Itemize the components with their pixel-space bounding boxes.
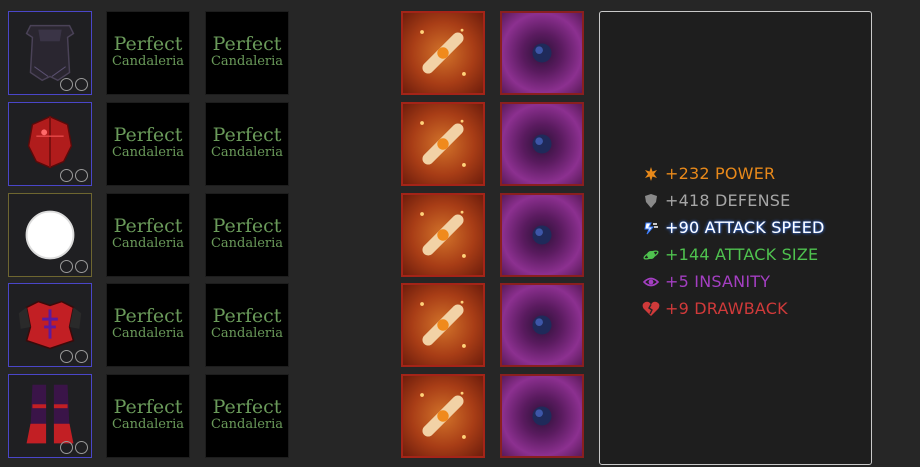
enchant-name: Perfect xyxy=(212,396,282,418)
power-burst-icon xyxy=(642,166,660,182)
scroll-icon xyxy=(420,391,466,439)
scroll-icon xyxy=(420,300,466,348)
enchant-slot[interactable]: Perfect Candaleria xyxy=(106,193,190,277)
stat-attack-size: +144 ATTACK SIZE xyxy=(642,241,825,268)
orb-icon xyxy=(532,43,552,63)
scroll-slot[interactable] xyxy=(401,11,485,95)
scroll-icon xyxy=(420,28,466,76)
expand-orbit-icon xyxy=(642,247,660,263)
enchant-subname: Candaleria xyxy=(111,417,185,432)
enchant-name: Perfect xyxy=(212,305,282,327)
orb-slot[interactable] xyxy=(500,11,584,95)
enchant-name: Perfect xyxy=(113,33,183,55)
stat-drawback-text: +9 DRAWBACK xyxy=(665,299,788,318)
gem-socket[interactable] xyxy=(75,78,88,91)
eye-icon xyxy=(642,274,660,290)
gem-sockets xyxy=(60,169,88,182)
gem-sockets xyxy=(60,350,88,363)
gem-socket[interactable] xyxy=(75,260,88,273)
enchant-subname: Candaleria xyxy=(111,236,185,251)
gem-socket[interactable] xyxy=(60,260,73,273)
enchant-slot[interactable]: Perfect Candaleria xyxy=(106,11,190,95)
gem-socket[interactable] xyxy=(75,350,88,363)
stat-attack-speed: +90 ATTACK SPEED xyxy=(642,214,825,241)
orb-slot[interactable] xyxy=(500,283,584,367)
scroll-icon xyxy=(420,210,466,258)
gem-socket[interactable] xyxy=(75,441,88,454)
scroll-slot[interactable] xyxy=(401,283,485,367)
enchant-slot[interactable]: Perfect Candaleria xyxy=(106,374,190,458)
enchant-slot[interactable]: Perfect Candaleria xyxy=(106,102,190,186)
stat-defense-text: +418 DEFENSE xyxy=(665,191,791,210)
scroll-icon xyxy=(420,119,466,167)
enchant-subname: Candaleria xyxy=(111,54,185,69)
enchant-slot[interactable]: Perfect Candaleria xyxy=(205,11,289,95)
stat-list: +232 POWER +418 DEFENSE +90 ATTACK SPEED… xyxy=(642,160,825,322)
enchant-name: Perfect xyxy=(212,215,282,237)
enchant-subname: Candaleria xyxy=(210,236,284,251)
scroll-slot[interactable] xyxy=(401,102,485,186)
enchant-name: Perfect xyxy=(113,396,183,418)
gem-socket[interactable] xyxy=(60,78,73,91)
enchant-subname: Candaleria xyxy=(111,145,185,160)
lightning-icon xyxy=(642,220,660,236)
orb-icon xyxy=(532,134,552,154)
enchant-slot[interactable]: Perfect Candaleria xyxy=(205,283,289,367)
stat-insanity-text: +5 INSANITY xyxy=(665,272,771,291)
stat-attack-speed-text: +90 ATTACK SPEED xyxy=(665,218,825,237)
enchant-subname: Candaleria xyxy=(210,417,284,432)
enchant-name: Perfect xyxy=(113,124,183,146)
gem-sockets xyxy=(60,78,88,91)
enchant-subname: Candaleria xyxy=(210,326,284,341)
shield-icon xyxy=(642,193,660,209)
stat-insanity: +5 INSANITY xyxy=(642,268,825,295)
scroll-slot[interactable] xyxy=(401,193,485,277)
gem-sockets xyxy=(60,260,88,273)
gear-slot-chest[interactable] xyxy=(8,11,92,95)
gem-socket[interactable] xyxy=(60,169,73,182)
enchant-subname: Candaleria xyxy=(210,145,284,160)
orb-icon xyxy=(532,406,552,426)
enchant-subname: Candaleria xyxy=(111,326,185,341)
enchant-name: Perfect xyxy=(113,305,183,327)
enchant-name: Perfect xyxy=(113,215,183,237)
enchant-name: Perfect xyxy=(212,124,282,146)
enchant-slot[interactable]: Perfect Candaleria xyxy=(205,193,289,277)
gear-slot-accessory[interactable] xyxy=(8,193,92,277)
gem-socket[interactable] xyxy=(60,441,73,454)
stat-power: +232 POWER xyxy=(642,160,825,187)
orb-slot[interactable] xyxy=(500,193,584,277)
gem-socket[interactable] xyxy=(60,350,73,363)
gem-sockets xyxy=(60,441,88,454)
enchant-subname: Candaleria xyxy=(210,54,284,69)
gear-slot-chestplate[interactable] xyxy=(8,283,92,367)
enchant-name: Perfect xyxy=(212,33,282,55)
enchant-slot[interactable]: Perfect Candaleria xyxy=(106,283,190,367)
gem-socket[interactable] xyxy=(75,169,88,182)
gear-slot-helmet[interactable] xyxy=(8,102,92,186)
stat-attack-size-text: +144 ATTACK SIZE xyxy=(665,245,819,264)
enchant-slot[interactable]: Perfect Candaleria xyxy=(205,102,289,186)
stat-drawback: +9 DRAWBACK xyxy=(642,295,825,322)
orb-icon xyxy=(532,315,552,335)
stats-panel: +232 POWER +418 DEFENSE +90 ATTACK SPEED… xyxy=(599,11,872,465)
enchant-slot[interactable]: Perfect Candaleria xyxy=(205,374,289,458)
broken-heart-icon xyxy=(642,301,660,317)
scroll-slot[interactable] xyxy=(401,374,485,458)
orb-slot[interactable] xyxy=(500,374,584,458)
stat-defense: +418 DEFENSE xyxy=(642,187,825,214)
orb-slot[interactable] xyxy=(500,102,584,186)
stat-power-text: +232 POWER xyxy=(665,164,776,183)
gear-slot-boots[interactable] xyxy=(8,374,92,458)
orb-icon xyxy=(532,225,552,245)
